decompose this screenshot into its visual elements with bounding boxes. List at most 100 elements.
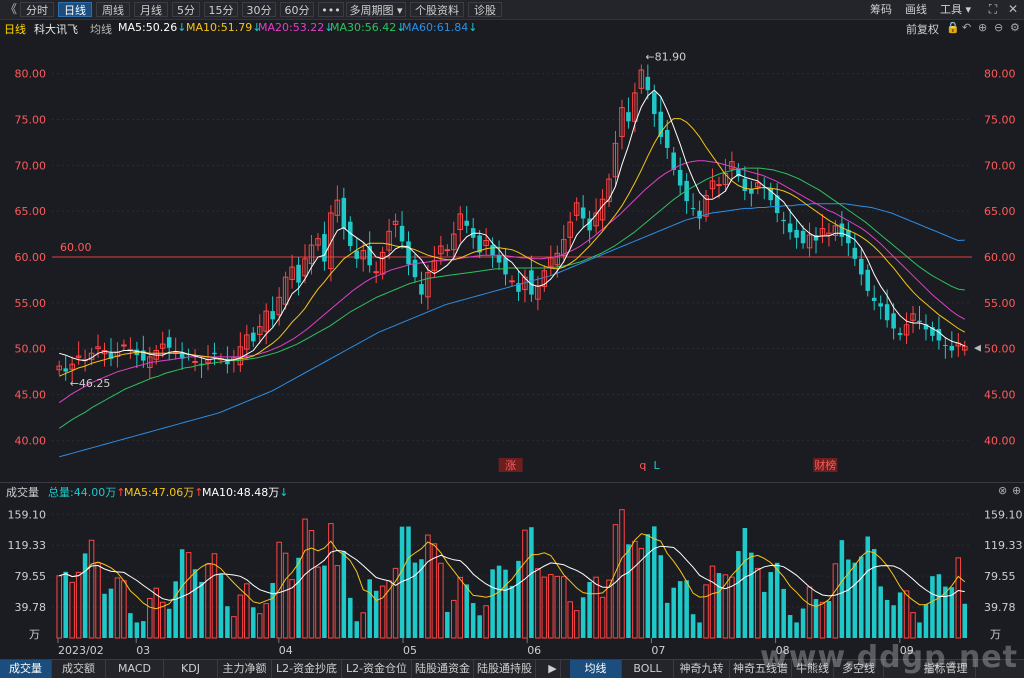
candle-body — [503, 257, 508, 275]
period-tab-6[interactable]: 30分 — [242, 2, 276, 17]
price-tick-left: 50.00 — [15, 343, 47, 356]
period-tab-2[interactable]: 周线 — [96, 2, 130, 17]
scroll-right-icon[interactable]: ▶ — [545, 660, 561, 678]
volume-bar — [955, 557, 962, 639]
indicator-tab-6[interactable]: L2-资金仓位 — [342, 660, 412, 678]
close-icon[interactable]: ✕ — [1004, 1, 1022, 18]
volume-bar — [923, 604, 929, 638]
volume-bar — [658, 555, 664, 638]
volume-bar — [774, 562, 780, 638]
candle-body — [897, 333, 903, 335]
top-toolbar: 《 分时 日线 周线 月线 5分 15分 30分 60分 ••• 多周期图 ▾ 个股资料 诊股 筹码 … — [0, 0, 1024, 20]
price-tick-left: 80.00 — [15, 68, 47, 81]
indicator-tab-5[interactable]: L2-资金抄底 — [272, 660, 342, 678]
zoom-out-icon[interactable]: ⊖ — [994, 21, 1003, 34]
volume-bar — [192, 569, 198, 638]
indicator-tab-8[interactable]: 陆股通持股 — [474, 660, 536, 678]
candle-body — [781, 219, 786, 222]
volume-chart[interactable]: 159.10 159.10 119.33 119.33 79.55 79.55 39.78 3… — [0, 498, 1024, 659]
ma30-line — [58, 167, 965, 429]
settings-icon[interactable]: ⚙ — [1010, 21, 1020, 34]
indicator-tab-0[interactable]: 成交量 — [0, 660, 52, 678]
price-tick-right: 80.00 — [984, 68, 1016, 81]
period-tab-0[interactable]: 分时 — [20, 2, 54, 17]
volume-bar — [166, 608, 172, 638]
vol-tick-right: 79.55 — [984, 570, 1016, 583]
adjust-mode[interactable]: 前复权 — [906, 21, 939, 37]
volume-bar — [910, 612, 916, 639]
indicator-tab-2[interactable]: MACD — [106, 660, 164, 678]
price-chart[interactable]: 80.00 80.00 75.00 75.00 70.00 70.00 65.00 65.00… — [0, 37, 1024, 481]
volume-bar — [593, 576, 599, 639]
vol-tick-right: 119.33 — [984, 539, 1023, 552]
candle-body — [296, 264, 301, 283]
volume-bar — [794, 622, 799, 638]
volume-bar — [652, 526, 657, 638]
period-tab-9[interactable]: 多周期图 ▾ — [346, 2, 406, 17]
event-marker-report: 财榜 — [814, 458, 836, 472]
candle-body — [716, 184, 722, 187]
back-icon[interactable]: 《 — [2, 1, 20, 18]
price-tick-right: 50.00 — [984, 343, 1016, 356]
price-tick-left: 55.00 — [15, 297, 47, 310]
line-type-label[interactable]: 均线 — [90, 21, 112, 37]
volume-bar — [677, 581, 683, 638]
candle-body — [406, 241, 411, 265]
volume-bar — [270, 582, 275, 638]
vol-tick-left: 79.55 — [15, 570, 47, 583]
overlay-tab-0[interactable]: 均线 — [570, 660, 622, 678]
candle-body — [936, 328, 942, 341]
indicator-tab-7[interactable]: 陆股通资金 — [412, 660, 474, 678]
candle-body — [884, 304, 890, 321]
candle-body — [645, 76, 651, 91]
volume-bar — [438, 562, 444, 639]
candle-body — [270, 311, 275, 320]
period-tab-10[interactable]: 个股资料 — [410, 2, 464, 17]
period-tab-11[interactable]: 诊股 — [468, 2, 502, 17]
volume-bar — [141, 621, 146, 638]
add-panel-icon[interactable]: ⊕ — [1012, 484, 1021, 497]
volume-bar — [406, 526, 411, 638]
period-tab-8[interactable]: ••• — [318, 2, 344, 17]
volume-bar — [225, 606, 230, 638]
volume-bar — [179, 549, 185, 638]
price-tick-right: 75.00 — [984, 114, 1016, 127]
close-panel-icon[interactable]: ⊗ — [998, 484, 1007, 497]
volume-bar — [768, 572, 773, 638]
period-tab-1[interactable]: 日线 — [58, 2, 92, 17]
tools-menu[interactable]: 工具 ▾ — [940, 2, 971, 17]
volume-bar — [891, 605, 896, 638]
volume-bar — [348, 597, 353, 638]
period-tab-7[interactable]: 60分 — [280, 2, 314, 17]
volume-bar — [548, 574, 554, 639]
volume-bar — [535, 568, 541, 639]
candle-body — [794, 229, 799, 238]
period-tab-3[interactable]: 月线 — [134, 2, 168, 17]
draw-line-button[interactable]: 画线 — [905, 2, 927, 17]
fullscreen-icon[interactable]: ⛶ — [984, 1, 1002, 18]
chip-button[interactable]: 筹码 — [870, 2, 892, 17]
candle-body — [871, 297, 877, 301]
overlay-tab-1[interactable]: BOLL — [622, 660, 674, 678]
lock-icon[interactable]: 🔒 — [946, 21, 960, 34]
volume-bar — [509, 585, 515, 638]
volume-bar — [445, 611, 450, 638]
volume-bar — [936, 574, 942, 638]
volume-bar — [199, 581, 204, 638]
vol-tick-left: 119.33 — [8, 539, 47, 552]
volume-bar — [185, 552, 192, 639]
overlay-tab-2[interactable]: 神奇九转 — [674, 660, 730, 678]
period-tab-4[interactable]: 5分 — [172, 2, 200, 17]
volume-bar — [806, 586, 813, 639]
period-tab-5[interactable]: 15分 — [204, 2, 238, 17]
vol-tick-right: 39.78 — [984, 601, 1016, 614]
zoom-in-icon[interactable]: ⊕ — [978, 21, 987, 34]
volume-bar — [826, 600, 832, 638]
volume-bar — [315, 566, 321, 639]
indicator-tab-1[interactable]: 成交额 — [52, 660, 106, 678]
candle-body — [943, 345, 948, 346]
volume-bar — [599, 596, 606, 639]
indicator-tab-3[interactable]: KDJ — [164, 660, 218, 678]
undo-icon[interactable]: ↶ — [962, 21, 971, 34]
indicator-tab-4[interactable]: 主力净额 — [218, 660, 272, 678]
